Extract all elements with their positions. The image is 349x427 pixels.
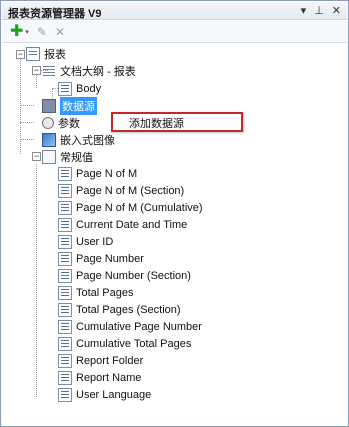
common-value-item[interactable]: Report Folder (58, 352, 143, 369)
tree-line (20, 122, 34, 123)
toolbar: ✚ ▾ ✎ ✕ (2, 21, 347, 43)
common-value-item[interactable]: Page Number (58, 250, 144, 267)
tree-node-datasource[interactable]: 数据源 (42, 96, 97, 115)
tree-node-label: Body (76, 82, 102, 95)
common-value-item[interactable]: Cumulative Page Number (58, 318, 202, 335)
item-label: Page N of M (Cumulative) (76, 201, 203, 214)
add-datasource-menu-item[interactable]: 添加数据源 (129, 115, 184, 131)
field-icon (58, 285, 72, 300)
field-icon (58, 353, 72, 368)
report-explorer-window: 报表资源管理器 V9 ▾ ⊥ ✕ ✚ ▾ ✎ ✕ − 报表 − 文档大纲 - 报… (0, 0, 349, 427)
report-tree: − 报表 − 文档大纲 - 报表 Body 数据源 参数 嵌入式图像 − 常规值… (2, 44, 347, 424)
field-icon (58, 234, 72, 249)
common-value-item[interactable]: Total Pages (58, 284, 133, 301)
parameter-icon (42, 116, 54, 129)
field-icon (58, 319, 72, 334)
field-icon (58, 166, 72, 181)
item-label: Page N of M (Section) (76, 184, 185, 197)
common-value-item[interactable]: Cumulative Total Pages (58, 335, 191, 352)
tree-node-report[interactable]: 报表 (26, 45, 66, 62)
common-value-item[interactable]: Total Pages (Section) (58, 301, 181, 318)
tree-line (20, 139, 34, 140)
tree-node-body[interactable]: Body (58, 80, 101, 97)
item-label: Report Folder (76, 354, 144, 367)
item-label: User Language (76, 388, 152, 401)
collapse-toggle[interactable]: − (16, 50, 25, 59)
field-icon (58, 183, 72, 198)
field-icon (58, 387, 72, 402)
report-icon (26, 46, 40, 61)
tree-line (20, 105, 34, 106)
tree-node-label: 文档大纲 - 报表 (60, 65, 136, 78)
item-label: Page Number (76, 252, 144, 265)
common-value-item[interactable]: Page N of M (58, 165, 137, 182)
datasource-icon (42, 98, 56, 113)
tree-node-label: 常规值 (60, 151, 93, 164)
add-button[interactable]: ✚ ▾ (10, 23, 29, 41)
tree-node-label: 嵌入式图像 (60, 134, 115, 147)
item-label: Cumulative Page Number (76, 320, 202, 333)
collapse-toggle[interactable]: − (32, 152, 41, 161)
item-label: Report Name (76, 371, 142, 384)
dropdown-arrow-icon[interactable]: ▾ (25, 28, 29, 36)
tree-node-label: 数据源 (60, 96, 97, 115)
tree-node-parameters[interactable]: 参数 (42, 114, 80, 131)
image-icon (42, 132, 56, 147)
item-label: User ID (76, 235, 114, 248)
common-value-item[interactable]: Current Date and Time (58, 216, 187, 233)
common-value-item[interactable]: Report Name (58, 369, 141, 386)
common-values-icon (42, 149, 56, 164)
common-value-item[interactable]: Page N of M (Cumulative) (58, 199, 203, 216)
field-icon (58, 302, 72, 317)
tree-node-embedded-images[interactable]: 嵌入式图像 (42, 131, 115, 148)
item-label: Page Number (Section) (76, 269, 191, 282)
pin-icon[interactable]: ⊥ (314, 4, 324, 17)
body-icon (58, 81, 72, 96)
common-value-item[interactable]: Page N of M (Section) (58, 182, 184, 199)
item-label: Current Date and Time (76, 218, 188, 231)
pencil-icon: ✎ (36, 24, 47, 39)
context-menu-row: 添加数据源 (117, 116, 184, 130)
plus-icon: ✚ (10, 22, 24, 40)
delete-button[interactable]: ✕ (55, 23, 65, 41)
item-label: Page N of M (76, 167, 138, 180)
collapse-toggle[interactable]: − (32, 66, 41, 75)
common-value-item[interactable]: User Language (58, 386, 151, 403)
tree-node-label: 报表 (44, 48, 66, 61)
delete-icon: ✕ (54, 24, 66, 39)
field-icon (58, 336, 72, 351)
tree-node-common-values[interactable]: 常规值 (42, 148, 93, 165)
close-icon[interactable]: ✕ (332, 4, 341, 17)
field-icon (58, 370, 72, 385)
common-value-item[interactable]: Page Number (Section) (58, 267, 191, 284)
tree-node-document-outline[interactable]: 文档大纲 - 报表 (42, 62, 136, 79)
item-label: Total Pages (76, 286, 134, 299)
item-label: Total Pages (Section) (76, 303, 181, 316)
field-icon (58, 200, 72, 215)
title-buttons: ▾ ⊥ ✕ (301, 4, 341, 17)
field-icon (58, 268, 72, 283)
common-value-item[interactable]: User ID (58, 233, 113, 250)
item-label: Cumulative Total Pages (76, 337, 192, 350)
window-title: 报表资源管理器 V9 (8, 8, 102, 20)
title-bar: 报表资源管理器 V9 ▾ ⊥ ✕ (2, 2, 347, 20)
window-menu-icon[interactable]: ▾ (301, 4, 307, 17)
edit-button[interactable]: ✎ (37, 23, 47, 41)
field-icon (58, 217, 72, 232)
context-menu: 添加数据源 (111, 112, 243, 132)
outline-icon (42, 64, 56, 78)
field-icon (58, 251, 72, 266)
tree-line (36, 164, 37, 397)
tree-node-label: 参数 (58, 117, 80, 130)
